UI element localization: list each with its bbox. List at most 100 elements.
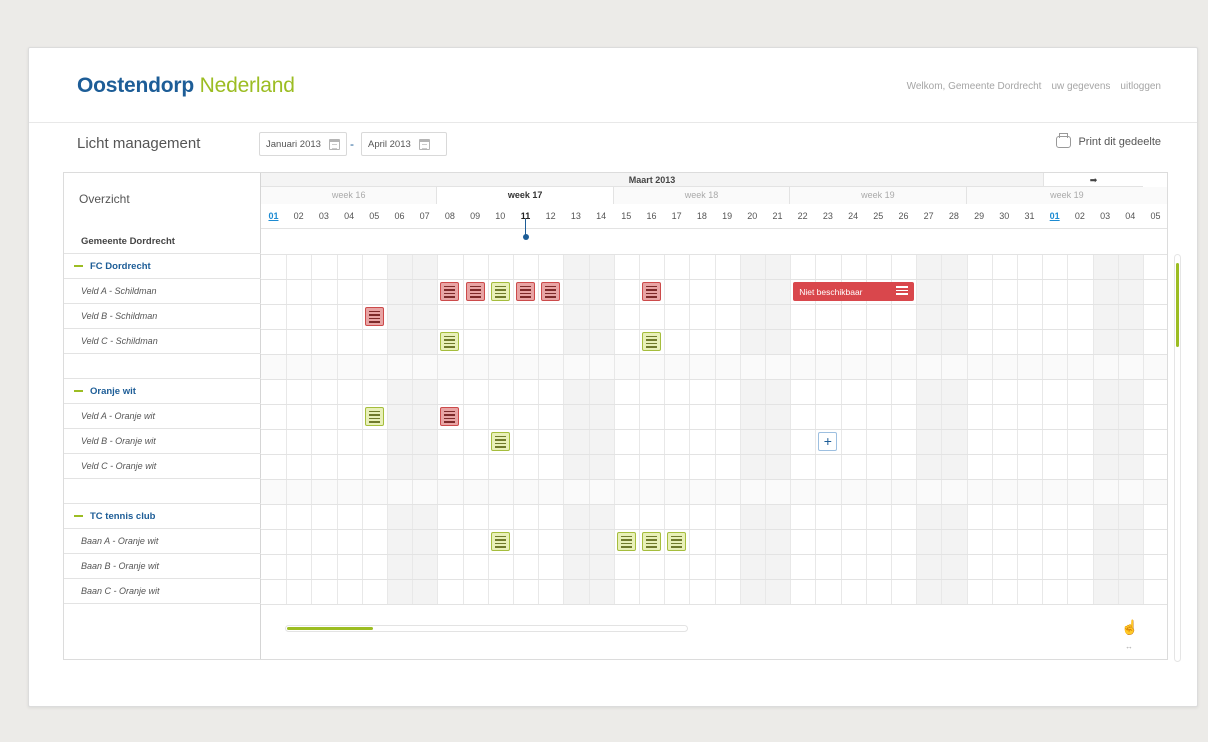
day-label: 03 <box>318 211 329 221</box>
unavailable-block[interactable]: Niet beschikbaar <box>793 282 915 301</box>
horizontal-scrollbar[interactable] <box>285 625 688 632</box>
day-label: 27 <box>923 211 934 221</box>
field-row: Veld B - Oranje wit <box>64 429 261 454</box>
booking-block[interactable] <box>516 282 535 301</box>
grid-hline <box>261 554 1167 555</box>
field-row: Veld A - Schildman <box>64 279 261 304</box>
booking-block[interactable] <box>490 532 510 551</box>
week-header: week 16 week 17 week 18 week 19 week 19 <box>261 187 1167 204</box>
grid-hline <box>261 404 1167 405</box>
spacer-row <box>64 354 261 379</box>
field-row: Baan B - Oranje wit <box>64 554 261 579</box>
booking-block[interactable] <box>642 332 661 351</box>
group-label: Oranje wit <box>90 385 136 397</box>
page-title: Licht management <box>77 135 201 152</box>
welcome-text: Welkom, Gemeente Dordrecht <box>906 81 1042 92</box>
resource-column: Overzicht Gemeente Dordrecht FC Dordrecht… <box>64 173 261 659</box>
drag-hand-icon[interactable]: ☝ ↔ <box>1121 619 1138 651</box>
collapse-dash-icon[interactable] <box>74 265 83 267</box>
week-label: week 19 <box>966 187 1167 204</box>
day-label: 05 <box>369 211 380 221</box>
day-label: 03 <box>1100 211 1111 221</box>
today-marker-dot <box>522 234 529 240</box>
horizontal-scroll-thumb[interactable] <box>287 627 373 630</box>
booking-block[interactable] <box>364 407 384 426</box>
month-header: Maart 2013 <box>261 173 1043 187</box>
date-to-field[interactable]: April 2013 <box>361 132 447 156</box>
next-period-arrow[interactable]: ➡ <box>1043 173 1143 187</box>
group-row[interactable]: Oranje wit <box>64 379 261 404</box>
list-icon <box>896 286 909 295</box>
group-row[interactable]: FC Dordrecht <box>64 254 261 279</box>
booking-block[interactable] <box>364 307 384 326</box>
schedule-grid: Overzicht Gemeente Dordrecht FC Dordrecht… <box>63 172 1168 660</box>
vertical-scrollbar[interactable] <box>1174 254 1181 662</box>
day-label: 22 <box>797 211 808 221</box>
field-row: Veld C - Schildman <box>64 329 261 354</box>
day-label: 02 <box>1074 211 1085 221</box>
booking-block[interactable] <box>440 332 460 351</box>
timeline-footer: ☝ ↔ <box>261 604 1167 659</box>
collapse-dash-icon[interactable] <box>74 390 83 392</box>
field-row: Veld C - Oranje wit <box>64 454 261 479</box>
day-label: 24 <box>848 211 859 221</box>
main-panel: Oostendorp Nederland Welkom, Gemeente Do… <box>28 47 1198 707</box>
day-label: 04 <box>344 211 355 221</box>
field-row: Veld A - Oranje wit <box>64 404 261 429</box>
spacer-row <box>64 479 261 504</box>
grid-hline <box>261 454 1167 455</box>
booking-block[interactable] <box>440 282 460 301</box>
group-label: FC Dordrecht <box>90 260 151 272</box>
day-label: 23 <box>822 211 833 221</box>
day-label: 26 <box>898 211 909 221</box>
grid-hline <box>261 529 1167 530</box>
booking-block[interactable] <box>440 407 460 426</box>
vertical-scroll-thumb[interactable] <box>1176 263 1179 347</box>
print-button[interactable]: Print dit gedeelte <box>1056 133 1161 148</box>
grid-hline <box>261 304 1167 305</box>
grid-body: Niet beschikbaar + <box>261 219 1167 604</box>
grid-hline <box>261 579 1167 580</box>
day-label: 14 <box>596 211 607 221</box>
add-booking-button[interactable]: + <box>818 432 838 451</box>
booking-block[interactable] <box>490 282 510 301</box>
collapse-dash-icon[interactable] <box>74 515 83 517</box>
day-label: 04 <box>1125 211 1136 221</box>
date-from-value: Januari 2013 <box>266 138 321 150</box>
grid-hline <box>261 479 1167 480</box>
unavailable-label: Niet beschikbaar <box>799 286 863 297</box>
week-label: week 16 <box>261 187 438 204</box>
day-label: 31 <box>1024 211 1035 221</box>
grid-hline <box>261 379 1167 380</box>
day-label: 15 <box>621 211 632 221</box>
booking-block[interactable] <box>667 532 687 551</box>
day-label: 08 <box>444 211 455 221</box>
booking-block[interactable] <box>541 282 561 301</box>
day-label: 02 <box>293 211 304 221</box>
booking-block[interactable] <box>490 432 510 451</box>
top-nav: Welkom, Gemeente Dordrecht uw gegevens u… <box>907 81 1161 92</box>
group-row[interactable]: TC tennis club <box>64 504 261 529</box>
day-label: 12 <box>545 211 556 221</box>
day-label: 21 <box>772 211 783 221</box>
grid-hline <box>261 279 1167 280</box>
day-label: 17 <box>671 211 682 221</box>
day-label: 29 <box>974 211 985 221</box>
grid-hline <box>261 329 1167 330</box>
day-label: 13 <box>570 211 581 221</box>
day-label: 05 <box>1150 211 1161 221</box>
day-label: 28 <box>948 211 959 221</box>
booking-block[interactable] <box>465 282 485 301</box>
booking-block[interactable] <box>642 282 661 301</box>
calendar-icon[interactable] <box>418 138 430 150</box>
week-label: week 17 <box>437 187 614 204</box>
date-from-field[interactable]: Januari 2013 <box>259 132 347 156</box>
grid-hline <box>261 354 1167 355</box>
booking-block[interactable] <box>616 532 636 551</box>
day-header: 01 02 03 04 05 06 07 08 09 10 11 12 13 14 15 16 17 18 19 20… <box>261 204 1167 229</box>
account-link[interactable]: uw gegevens <box>1051 81 1110 92</box>
logo-primary: Oostendorp <box>77 74 194 97</box>
booking-block[interactable] <box>642 532 661 551</box>
calendar-icon[interactable] <box>328 138 340 150</box>
logout-link[interactable]: uitloggen <box>1120 81 1161 92</box>
